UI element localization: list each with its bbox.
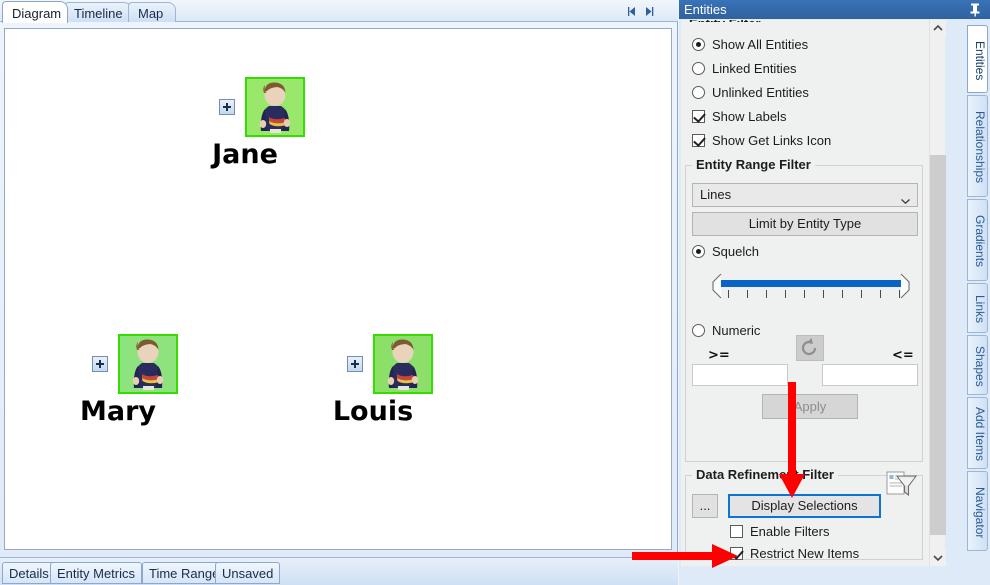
lte-label: <=	[892, 348, 914, 363]
radio-unlinked-entities[interactable]: Unlinked Entities	[692, 85, 809, 100]
nav-left-arrow-icon[interactable]	[626, 4, 640, 19]
diagram-canvas[interactable]: Jane Mary Louis	[4, 28, 672, 550]
radio-indicator	[692, 86, 705, 99]
nav-right-arrow-icon[interactable]	[642, 4, 656, 19]
vtab-relationships[interactable]: Relationships	[967, 95, 988, 197]
option-label: Show Get Links Icon	[712, 133, 832, 148]
tab-details[interactable]: Details	[2, 562, 56, 584]
entity-label: Louis	[332, 396, 414, 427]
checkbox-indicator	[730, 525, 743, 538]
radio-indicator	[692, 62, 705, 75]
tab-navigation	[626, 4, 660, 19]
tab-timeline[interactable]: Timeline	[64, 2, 132, 22]
slider-handle-min[interactable]	[710, 273, 722, 302]
gte-label: >=	[708, 348, 730, 363]
chevron-down-icon	[901, 192, 910, 205]
tab-map[interactable]: Map	[128, 2, 176, 22]
radio-indicator	[692, 245, 705, 258]
option-label: Restrict New Items	[750, 546, 860, 561]
vtab-navigator[interactable]: Navigator	[967, 471, 988, 551]
option-label: Squelch	[712, 244, 759, 259]
clipped-group-title: Entity Filter	[689, 20, 809, 22]
data-refinement-filter-group: Data Refinement Filter ... Display Selec…	[685, 467, 923, 561]
option-label: Enable Filters	[750, 524, 830, 539]
display-selections-button[interactable]: Display Selections	[728, 494, 881, 518]
entity-icon-person	[118, 334, 178, 394]
vtab-links[interactable]: Links	[967, 283, 988, 333]
scrollbar-thumb[interactable]	[930, 155, 946, 535]
vtab-entities[interactable]: Entities	[967, 25, 988, 93]
panel-title-text: Entities	[684, 2, 727, 17]
checkbox-show-labels[interactable]: Show Labels	[692, 109, 786, 124]
option-label: Show All Entities	[712, 37, 809, 52]
radio-indicator	[692, 324, 705, 337]
entity-icon-person	[245, 77, 305, 137]
entity-label: Jane	[212, 139, 278, 170]
entity-icon-person	[373, 334, 433, 394]
apply-button[interactable]: Apply	[762, 394, 858, 419]
plus-expand-icon[interactable]	[92, 356, 108, 372]
slider-track	[721, 280, 902, 287]
refresh-reset-icon[interactable]	[796, 335, 824, 361]
option-label: Unlinked Entities	[712, 85, 809, 100]
document-funnel-icon[interactable]	[886, 470, 918, 498]
plus-expand-icon[interactable]	[219, 99, 235, 115]
panel-tab-rail: Entities Relationships Gradients Links S…	[965, 19, 990, 585]
group-title: Entity Range Filter	[692, 157, 815, 172]
vtab-shapes[interactable]: Shapes	[967, 335, 988, 395]
radio-show-all-entities[interactable]: Show All Entities	[692, 37, 808, 52]
ellipsis-button[interactable]: ...	[692, 494, 718, 518]
slider-ticks	[728, 290, 900, 298]
checkbox-indicator	[692, 134, 705, 147]
option-label: Show Labels	[712, 109, 787, 124]
gte-input[interactable]	[692, 364, 788, 386]
entity-range-dropdown[interactable]: Lines	[692, 183, 918, 207]
scroll-up-arrow-icon[interactable]	[930, 20, 946, 37]
application-window: Diagram Timeline Map Jane Mary Louis Det…	[0, 0, 990, 585]
checkbox-indicator	[692, 110, 705, 123]
entity-range-slider[interactable]	[708, 273, 914, 301]
lte-input[interactable]	[822, 364, 918, 386]
entity-range-filter-group: Entity Range Filter Lines Limit by Entit…	[685, 157, 923, 462]
pushpin-icon[interactable]	[968, 2, 982, 17]
entities-panel: Entities Entity Filter Show All Entities	[679, 0, 990, 585]
radio-indicator	[692, 38, 705, 51]
scroll-down-arrow-icon[interactable]	[930, 549, 946, 566]
tab-diagram[interactable]: Diagram	[2, 1, 68, 23]
top-tab-strip: Diagram Timeline Map	[0, 0, 678, 23]
slider-handle-max[interactable]	[900, 273, 912, 302]
checkbox-restrict-new-items[interactable]: Restrict New Items	[730, 546, 859, 561]
plus-expand-icon[interactable]	[347, 356, 363, 372]
limit-by-entity-type-button[interactable]: Limit by Entity Type	[692, 212, 918, 236]
vtab-gradients[interactable]: Gradients	[967, 199, 988, 281]
diagram-workspace: Diagram Timeline Map Jane Mary Louis Det…	[0, 0, 678, 585]
panel-scroll-content: Entity Filter Show All Entities Linked E…	[681, 20, 929, 566]
panel-scrollbar[interactable]	[929, 20, 946, 566]
option-label: Linked Entities	[712, 61, 797, 76]
dropdown-value: Lines	[700, 187, 732, 202]
radio-linked-entities[interactable]: Linked Entities	[692, 61, 797, 76]
radio-squelch[interactable]: Squelch	[692, 244, 759, 259]
entity-label: Mary	[79, 396, 157, 427]
option-label: Numeric	[712, 323, 761, 338]
tab-unsaved[interactable]: Unsaved	[215, 562, 281, 584]
group-title: Data Refinement Filter	[692, 467, 838, 482]
panel-title-bar: Entities	[679, 0, 990, 19]
checkbox-enable-filters[interactable]: Enable Filters	[730, 524, 829, 539]
vtab-add-items[interactable]: Add Items	[967, 397, 988, 469]
bottom-tab-strip: Details Entity Metrics Time Range Unsave…	[0, 557, 678, 585]
tab-time-range[interactable]: Time Range	[142, 562, 227, 584]
radio-numeric[interactable]: Numeric	[692, 323, 760, 338]
checkbox-show-get-links-icon[interactable]: Show Get Links Icon	[692, 133, 831, 148]
checkbox-indicator	[730, 547, 743, 560]
tab-entity-metrics[interactable]: Entity Metrics	[50, 562, 143, 584]
